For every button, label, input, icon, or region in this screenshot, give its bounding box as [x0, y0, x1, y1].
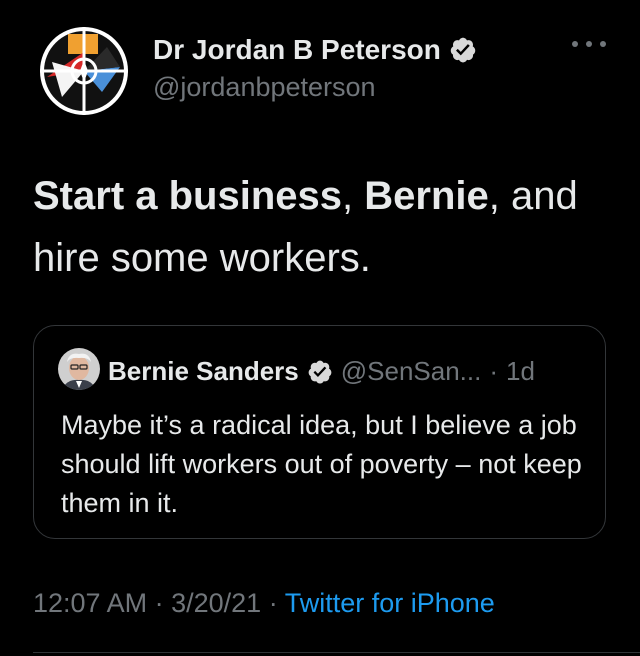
quoted-author-handle[interactable]: @SenSan... — [341, 356, 482, 387]
tweet-text: Start a business, Bernie, and hire some … — [33, 165, 623, 289]
tweet-source-link[interactable]: Twitter for iPhone — [285, 588, 495, 618]
separator-dot: · — [268, 588, 278, 618]
tweet-text-plain: , — [342, 174, 365, 218]
separator-dot: · — [489, 356, 499, 386]
quoted-author-name[interactable]: Bernie Sanders — [108, 356, 299, 387]
tweet-time[interactable]: 12:07 AM — [33, 588, 147, 618]
divider — [33, 652, 640, 653]
more-dot — [600, 41, 606, 47]
author-handle[interactable]: @jordanbpeterson — [153, 72, 376, 103]
author-name-row[interactable]: Dr Jordan B Peterson — [153, 34, 477, 66]
quoted-tweet-card[interactable]: Bernie Sanders @SenSan... · 1d Maybe it’… — [33, 325, 606, 539]
verified-badge-icon — [308, 360, 332, 384]
more-dot — [586, 41, 592, 47]
tweet-date[interactable]: 3/20/21 — [171, 588, 261, 618]
verified-badge-icon — [450, 37, 476, 63]
avatar[interactable] — [32, 22, 136, 118]
author-name[interactable]: Dr Jordan B Peterson — [153, 34, 441, 66]
quoted-avatar[interactable] — [58, 348, 100, 390]
tweet-text-bold: Start a business — [33, 174, 343, 218]
quoted-header: Bernie Sanders @SenSan... · 1d — [108, 356, 535, 387]
tweet-metadata: 12:07 AM · 3/20/21 · Twitter for iPhone — [33, 588, 495, 619]
quoted-tweet-text: Maybe it’s a radical idea, but I believe… — [61, 410, 582, 518]
separator-dot: · — [154, 588, 164, 618]
more-options-icon[interactable] — [572, 38, 606, 50]
bernie-avatar-icon — [58, 348, 100, 390]
more-dot — [572, 41, 578, 47]
quoted-age[interactable]: 1d — [506, 356, 535, 387]
maps-of-meaning-icon — [40, 27, 128, 115]
tweet-text-bold: Bernie — [364, 174, 489, 218]
